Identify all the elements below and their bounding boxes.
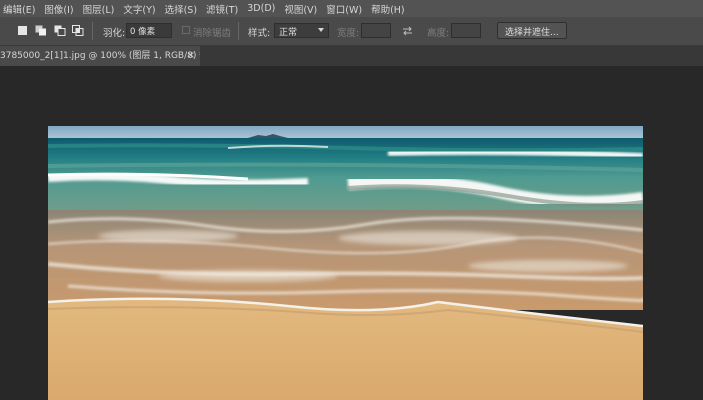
divider	[238, 22, 239, 40]
height-label: 高度:	[427, 28, 450, 39]
style-label: 样式:	[248, 28, 271, 39]
chevron-down-icon	[318, 28, 324, 32]
select-and-mask-button[interactable]: 选择并遮住...	[497, 22, 567, 39]
anti-alias-checkbox[interactable]	[182, 26, 190, 34]
menu-window[interactable]: 窗口(W)	[323, 2, 368, 16]
menu-edit[interactable]: 编辑(E)	[0, 2, 41, 16]
close-icon[interactable]: ×	[187, 46, 195, 66]
beach-photo	[48, 126, 643, 400]
width-label: 宽度:	[337, 28, 360, 39]
menu-select[interactable]: 选择(S)	[162, 2, 203, 16]
add-selection-icon[interactable]	[35, 25, 47, 36]
menu-3d[interactable]: 3D(D)	[244, 3, 281, 14]
feather-input[interactable]: 0 像素	[126, 23, 172, 38]
menu-help[interactable]: 帮助(H)	[368, 2, 411, 16]
height-input[interactable]	[451, 23, 481, 38]
menu-type[interactable]: 文字(Y)	[120, 2, 161, 16]
intersect-selection-icon[interactable]	[72, 25, 84, 36]
menu-bar: 编辑(E) 图像(I) 图层(L) 文字(Y) 选择(S) 滤镜(T) 3D(D…	[0, 0, 703, 17]
new-selection-icon[interactable]	[17, 25, 28, 36]
document-tab-bar: 3785000_2[1]1.jpg @ 100% (图层 1, RGB/8) *…	[0, 46, 703, 66]
menu-image[interactable]: 图像(I)	[41, 2, 79, 16]
menu-layer[interactable]: 图层(L)	[80, 2, 121, 16]
document-tab-title: 3785000_2[1]1.jpg @ 100% (图层 1, RGB/8) *	[0, 51, 200, 61]
divider	[92, 22, 93, 40]
style-select[interactable]: 正常	[274, 23, 329, 38]
menu-filter[interactable]: 滤镜(T)	[203, 2, 244, 16]
subtract-selection-icon[interactable]	[54, 25, 66, 36]
style-select-value: 正常	[279, 28, 298, 38]
canvas-area[interactable]	[0, 66, 703, 400]
width-input[interactable]	[361, 23, 391, 38]
feather-label: 羽化:	[103, 28, 126, 39]
options-bar: 羽化: 0 像素 消除锯齿 样式: 正常 宽度: 高度: 选择并遮住...	[0, 17, 703, 46]
anti-alias-label: 消除锯齿	[193, 28, 232, 39]
document-tab[interactable]: 3785000_2[1]1.jpg @ 100% (图层 1, RGB/8) *…	[0, 46, 200, 66]
menu-view[interactable]: 视图(V)	[281, 2, 323, 16]
swap-icon[interactable]	[402, 26, 413, 36]
